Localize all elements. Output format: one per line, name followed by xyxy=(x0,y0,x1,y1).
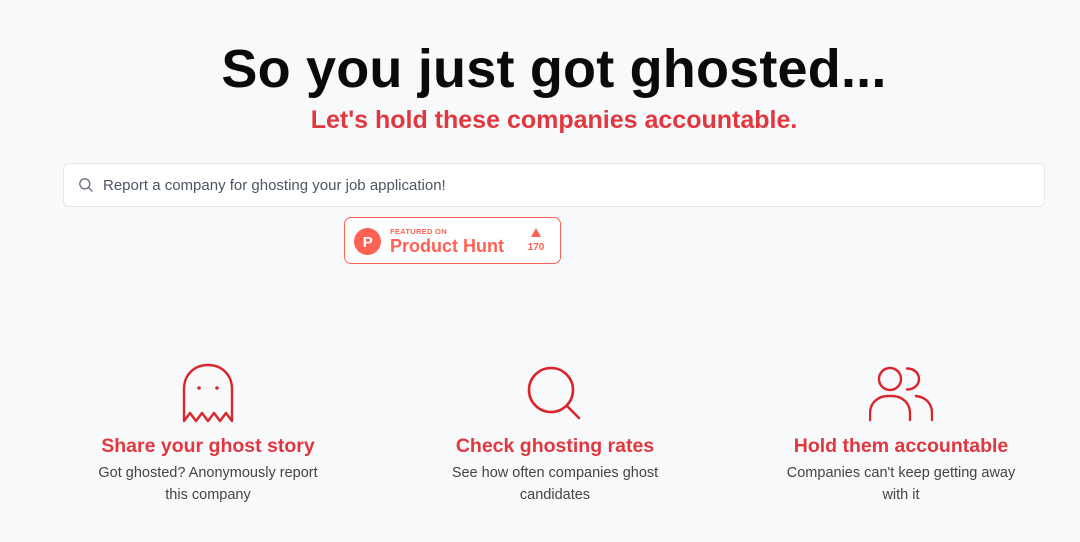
search-icon xyxy=(78,177,94,193)
magnifier-icon xyxy=(527,366,581,420)
product-hunt-logo-icon: P xyxy=(354,228,381,255)
product-hunt-vote-count: 170 xyxy=(527,242,545,253)
product-hunt-name: Product Hunt xyxy=(390,236,504,256)
feature-title: Check ghosting rates xyxy=(455,435,655,457)
feature-description: See how often companies ghost candidates xyxy=(451,465,659,503)
feature-title: Hold them accountable xyxy=(793,435,1009,457)
page-subtitle: Let's hold these companies accountable. xyxy=(310,106,798,134)
feature-title: Share your ghost story xyxy=(101,435,315,457)
search-bar[interactable] xyxy=(63,163,1045,207)
feature-hold-accountable: Hold them accountable Companies can't ke… xyxy=(771,362,1031,506)
feature-description: Got ghosted? Anonymously report this com… xyxy=(98,465,318,503)
feature-share-story: Share your ghost story Got ghosted? Anon… xyxy=(78,362,338,506)
users-icon xyxy=(869,366,933,422)
feature-description: Companies can't keep getting away with i… xyxy=(786,465,1016,503)
product-hunt-badge[interactable]: P FEATURED ON Product Hunt 170 xyxy=(344,217,561,264)
ghost-icon xyxy=(182,363,234,423)
search-input[interactable] xyxy=(103,170,1003,200)
feature-check-rates: Check ghosting rates See how often compa… xyxy=(425,362,685,506)
triangle-up-icon xyxy=(531,228,541,237)
product-hunt-logo-letter: P xyxy=(363,234,373,251)
product-hunt-featured-label: FEATURED ON xyxy=(390,227,447,236)
page-title: So you just got ghosted... xyxy=(221,39,887,99)
